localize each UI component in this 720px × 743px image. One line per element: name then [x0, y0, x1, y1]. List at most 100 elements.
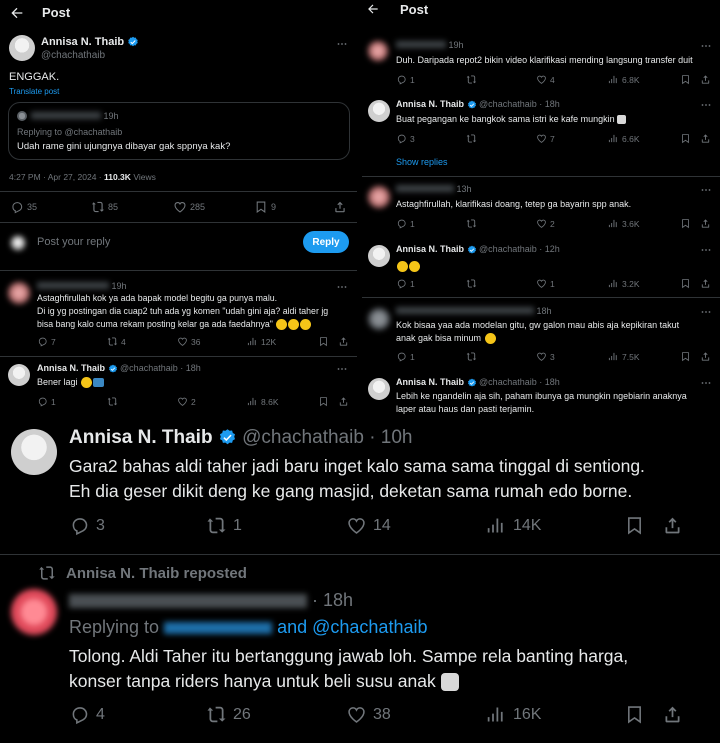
reply-button[interactable]: 4 [69, 704, 105, 725]
more-icon[interactable] [336, 281, 348, 293]
bookmark-icon[interactable] [318, 336, 329, 347]
repost-button[interactable] [466, 278, 477, 289]
author-handle[interactable]: @chachathaib [479, 99, 537, 109]
translate-link[interactable]: Translate post [9, 87, 59, 96]
reply-button[interactable]: 7 [37, 336, 56, 347]
views-button[interactable]: 6.8K [608, 74, 640, 85]
repost-button[interactable] [466, 351, 477, 362]
avatar[interactable] [368, 100, 390, 122]
share-icon[interactable] [338, 396, 349, 407]
author-name[interactable]: Annisa N. Thaib [37, 363, 105, 373]
avatar[interactable] [8, 364, 30, 386]
views-button[interactable]: 14K [486, 515, 541, 536]
share-icon[interactable] [700, 133, 711, 144]
back-arrow-icon[interactable] [9, 5, 25, 21]
like-button[interactable]: 3 [536, 351, 555, 362]
avatar[interactable] [9, 35, 35, 61]
author-name[interactable]: Annisa N. Thaib [41, 36, 124, 48]
reply-button[interactable]: 1 [396, 278, 415, 289]
author-handle[interactable]: @chachathaib [479, 377, 537, 387]
reply-button[interactable]: 3 [69, 515, 105, 536]
reply-time: 12h [544, 244, 560, 254]
repost-button[interactable]: 85 [91, 200, 118, 214]
bookmark-button[interactable]: 9 [254, 200, 276, 214]
views-button[interactable]: 6.6K [608, 133, 640, 144]
avatar[interactable] [11, 589, 57, 635]
avatar[interactable] [368, 245, 390, 267]
bookmark-icon[interactable] [680, 218, 691, 229]
share-icon[interactable] [700, 74, 711, 85]
repost-button[interactable] [466, 133, 477, 144]
more-icon[interactable] [336, 363, 348, 375]
bookmark-icon[interactable] [318, 396, 329, 407]
avatar[interactable] [11, 429, 57, 475]
like-button[interactable]: 38 [346, 704, 391, 725]
bookmark-icon[interactable] [624, 704, 645, 725]
avatar[interactable] [368, 378, 390, 400]
repost-button[interactable] [107, 396, 118, 407]
blurred-mention[interactable] [164, 622, 273, 635]
reply-button[interactable]: 35 [10, 200, 37, 214]
views-button[interactable]: 3.6K [608, 218, 640, 229]
avatar[interactable] [368, 186, 390, 208]
like-button[interactable]: 1 [536, 278, 555, 289]
show-replies-link[interactable]: Show replies [396, 157, 448, 167]
repost-button[interactable] [466, 218, 477, 229]
share-icon[interactable] [700, 218, 711, 229]
compose-input[interactable]: Post your reply [37, 236, 110, 248]
like-button[interactable]: 4 [536, 74, 555, 85]
author-handle[interactable]: @chachathaib [120, 363, 178, 373]
author-handle[interactable]: @chachathaib [479, 244, 537, 254]
views-button[interactable]: 8.6K [247, 396, 279, 407]
share-icon[interactable] [338, 336, 349, 347]
more-icon[interactable] [700, 184, 712, 196]
avatar[interactable] [8, 282, 30, 304]
share-icon[interactable] [662, 704, 683, 725]
back-arrow-icon[interactable] [366, 2, 380, 16]
like-button[interactable]: 285 [173, 200, 205, 214]
author-name[interactable]: Annisa N. Thaib [69, 427, 213, 448]
like-button[interactable]: 7 [536, 133, 555, 144]
more-icon[interactable] [700, 40, 712, 52]
views-button[interactable]: 7.5K [608, 351, 640, 362]
bookmark-icon[interactable] [680, 74, 691, 85]
like-button[interactable]: 14 [346, 515, 391, 536]
reply-button[interactable]: 1 [396, 351, 415, 362]
avatar[interactable] [368, 41, 388, 61]
share-icon[interactable] [333, 200, 347, 214]
more-icon[interactable] [700, 306, 712, 318]
bookmark-icon[interactable] [680, 133, 691, 144]
more-icon[interactable] [700, 377, 712, 389]
author-name[interactable]: Annisa N. Thaib [396, 377, 464, 387]
reply-button[interactable]: 1 [396, 74, 415, 85]
bookmark-icon[interactable] [680, 351, 691, 362]
share-icon[interactable] [700, 278, 711, 289]
more-icon[interactable] [336, 38, 348, 50]
author-name[interactable]: Annisa N. Thaib [396, 99, 464, 109]
more-icon[interactable] [700, 244, 712, 256]
author-handle[interactable]: @chachathaib [41, 50, 105, 61]
more-icon[interactable] [700, 99, 712, 111]
author-handle[interactable]: @chachathaib [242, 427, 364, 448]
like-button[interactable]: 2 [177, 396, 196, 407]
like-button[interactable]: 36 [177, 336, 200, 347]
views-button[interactable]: 16K [486, 704, 541, 725]
repost-button[interactable] [466, 74, 477, 85]
share-icon[interactable] [700, 351, 711, 362]
author-name[interactable]: Annisa N. Thaib [396, 244, 464, 254]
views-button[interactable]: 3.2K [608, 278, 640, 289]
bookmark-icon[interactable] [680, 278, 691, 289]
reply-button[interactable]: 1 [396, 218, 415, 229]
repost-button[interactable]: 26 [206, 704, 251, 725]
reply-button[interactable]: 3 [396, 133, 415, 144]
repost-button[interactable]: 4 [107, 336, 126, 347]
repost-button[interactable]: 1 [206, 515, 242, 536]
share-icon[interactable] [662, 515, 683, 536]
mention-link[interactable]: and @chachathaib [277, 617, 427, 637]
like-button[interactable]: 2 [536, 218, 555, 229]
reply-submit-button[interactable]: Reply [303, 231, 349, 253]
reply-button[interactable]: 1 [37, 396, 56, 407]
views-button[interactable]: 12K [247, 336, 276, 347]
avatar[interactable] [368, 308, 390, 330]
bookmark-icon[interactable] [624, 515, 645, 536]
